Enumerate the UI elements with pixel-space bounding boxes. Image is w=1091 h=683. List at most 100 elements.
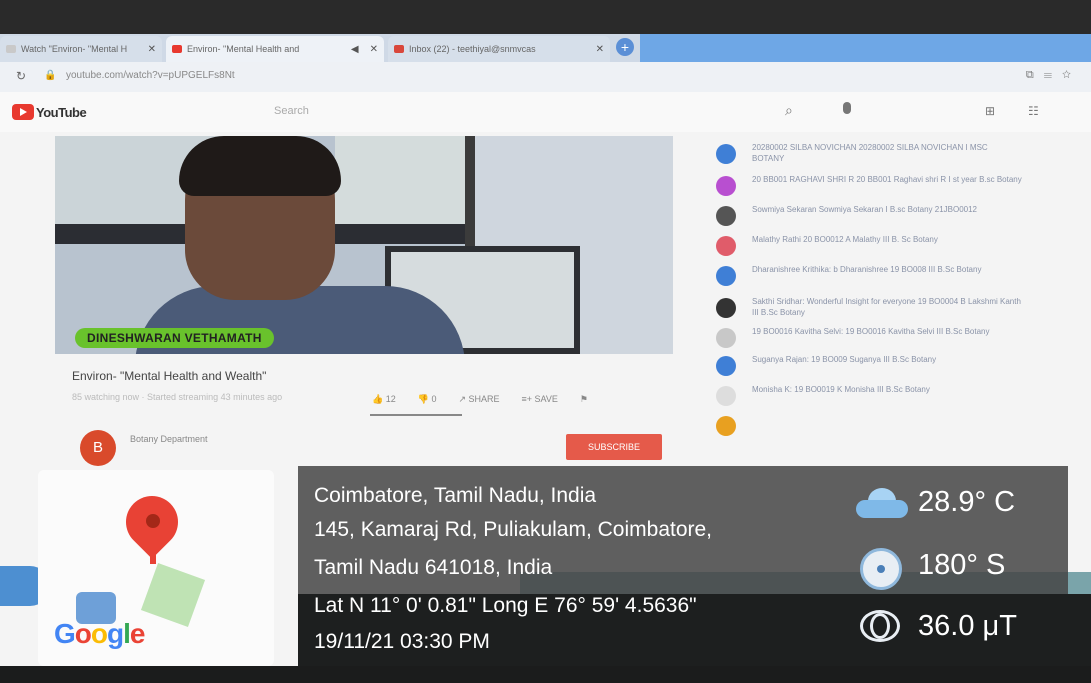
chat-text: Sakthi Sridhar: Wonderful Insight for ev… <box>752 297 1021 317</box>
share-button[interactable]: ↗ SHARE <box>458 394 499 405</box>
tab-favicon <box>6 45 16 53</box>
temperature: 28.9° C <box>918 486 1016 518</box>
map-pin-dot <box>146 514 160 528</box>
channel-name[interactable]: Botany Department <box>130 434 208 444</box>
google-logo: Google <box>54 618 145 649</box>
compass-heading: 180° S <box>918 549 1006 581</box>
avatar <box>716 416 736 436</box>
close-icon[interactable]: ✕ <box>148 44 156 55</box>
chat-text: 20280002 SILBA NOVICHAN 20280002 SILBA N… <box>752 143 988 163</box>
tab-label: Watch "Environ- "Mental H <box>21 44 128 54</box>
chat-message: 20 BB001 RAGHAVI SHRI R 20 BB001 Raghavi… <box>712 172 1022 202</box>
create-icon[interactable]: ⊞ <box>985 104 995 118</box>
video-actions: 👍 12 👎 0 ↗ SHARE ≡+ SAVE ⚑ <box>372 394 588 405</box>
address-line-2: Tamil Nadu 641018, India <box>314 556 553 579</box>
tab-watch[interactable]: Watch "Environ- "Mental H ✕ <box>0 36 162 62</box>
search-input[interactable]: Search <box>268 100 774 122</box>
chat-message: Sakthi Sridhar: Wonderful Insight for ev… <box>712 294 1021 324</box>
map-park-area <box>140 562 206 628</box>
avatar <box>716 176 736 196</box>
youtube-logo[interactable]: YouTube <box>12 104 87 120</box>
cloud-base <box>856 500 908 518</box>
tab-strip-empty <box>640 34 1091 62</box>
reload-icon[interactable]: ↻ <box>16 69 26 83</box>
video-player[interactable]: DINESHWARAN VETHAMATH <box>55 136 673 354</box>
chat-text: Malathy Rathi 20 BO0012 A Malathy III B.… <box>752 235 938 244</box>
map-thumbnail: Google <box>38 470 274 666</box>
report-flag-icon[interactable]: ⚑ <box>580 394 588 405</box>
weather-cloud-icon <box>856 488 908 518</box>
like-bar <box>370 414 462 416</box>
like-button[interactable]: 👍 12 <box>372 394 396 405</box>
live-chat: 20280002 SILBA NOVICHAN 20280002 SILBA N… <box>712 136 1091 466</box>
speaker-name-label: DINESHWARAN VETHAMATH <box>75 328 274 348</box>
subscribe-button[interactable]: SUBSCRIBE <box>566 434 662 460</box>
chat-text: Monisha K: 19 BO0019 K Monisha III B.Sc … <box>752 385 930 394</box>
coordinates: Lat N 11° 0' 0.81" Long E 76° 59' 4.5636… <box>314 594 697 617</box>
chat-text: Suganya Rajan: 19 BO009 Suganya III B.Sc… <box>752 355 937 364</box>
video-title: Environ- "Mental Health and Wealth" <box>72 369 267 383</box>
save-label: SAVE <box>534 394 558 404</box>
address-line-1: 145, Kamaraj Rd, Puliakulam, Coimbatore, <box>314 518 713 541</box>
avatar <box>716 328 736 348</box>
avatar <box>716 144 736 164</box>
close-icon[interactable]: ✕ <box>596 44 604 55</box>
chat-text: Sowmiya Sekaran Sowmiya Sekaran I B.sc B… <box>752 205 977 214</box>
chat-text: Dharanishree Krithika: b Dharanishree 19… <box>752 265 982 274</box>
tab-inbox[interactable]: Inbox (22) - teethiyal@snmvcas ✕ <box>388 36 610 62</box>
lock-icon[interactable]: 🔒 <box>44 70 56 81</box>
magnetic-field: 36.0 μT <box>918 610 1017 642</box>
chat-message: Sowmiya Sekaran Sowmiya Sekaran I B.sc B… <box>712 202 1012 232</box>
url-text[interactable]: youtube.com/watch?v=pUPGELFs8Nt <box>66 70 235 81</box>
share-label: SHARE <box>468 394 500 404</box>
close-icon[interactable]: ✕ <box>370 44 378 55</box>
gmail-favicon-icon <box>394 45 404 53</box>
chat-message <box>712 412 1012 442</box>
youtube-wordmark: YouTube <box>36 104 87 120</box>
mic-icon[interactable] <box>843 102 851 114</box>
avatar <box>716 298 736 318</box>
magnetic-field-icon <box>860 610 902 644</box>
background-window <box>335 136 465 236</box>
screenshot-frame: Watch "Environ- "Mental H ✕ Environ- "Me… <box>0 0 1091 683</box>
chat-message: 20280002 SILBA NOVICHAN 20280002 SILBA N… <box>712 140 1012 170</box>
speaker-icon: ◀ <box>350 43 359 55</box>
location-title: Coimbatore, Tamil Nadu, India <box>314 484 597 507</box>
speaker-hair <box>179 136 341 196</box>
chat-message: Monisha K: 19 BO0019 K Monisha III B.Sc … <box>712 382 1012 412</box>
tab-environ[interactable]: Environ- "Mental Health and ◀ ✕ <box>166 36 384 62</box>
monitor-bezel <box>0 0 1091 34</box>
like-count: 12 <box>385 394 396 404</box>
chat-message: Dharanishree Krithika: b Dharanishree 19… <box>712 262 1012 292</box>
youtube-favicon-icon <box>172 45 182 53</box>
field-ring-inner <box>870 613 890 639</box>
chat-message: Suganya Rajan: 19 BO009 Suganya III B.Sc… <box>712 352 1012 382</box>
avatar <box>716 266 736 286</box>
compass-icon <box>860 548 902 590</box>
new-tab-button[interactable]: + <box>616 38 634 56</box>
avatar <box>716 206 736 226</box>
chat-text: 19 BO0016 Kavitha Selvi: 19 BO0016 Kavit… <box>752 327 990 336</box>
apps-icon[interactable]: ☷ <box>1028 104 1039 118</box>
bottom-bezel <box>0 666 1091 683</box>
map-pin-tip <box>150 550 156 564</box>
save-button[interactable]: ≡+ SAVE <box>522 394 558 405</box>
chat-text: 20 BB001 RAGHAVI SHRI R 20 BB001 Raghavi… <box>752 175 1022 184</box>
avatar <box>716 386 736 406</box>
avatar <box>716 236 736 256</box>
channel-avatar[interactable]: B <box>80 430 116 466</box>
dislike-count: 0 <box>431 394 437 404</box>
tab-label: Inbox (22) - teethiyal@snmvcas <box>409 44 536 54</box>
address-bar: ↻ 🔒 youtube.com/watch?v=pUPGELFs8Nt ⧉☰☆ <box>0 62 1091 92</box>
youtube-play-icon <box>12 104 34 120</box>
browser-action-icons[interactable]: ⧉☰☆ <box>1026 69 1081 82</box>
chat-message: Malathy Rathi 20 BO0012 A Malathy III B.… <box>712 232 1012 262</box>
youtube-header: YouTube Search ⌕ ⊞ ☷ <box>0 92 1091 132</box>
avatar <box>716 356 736 376</box>
chat-message: 19 BO0016 Kavitha Selvi: 19 BO0016 Kavit… <box>712 324 1012 354</box>
dislike-button[interactable]: 👎 0 <box>418 394 437 405</box>
video-meta: 85 watching now · Started streaming 43 m… <box>72 392 283 402</box>
tab-label: Environ- "Mental Health and <box>187 44 300 54</box>
search-icon[interactable]: ⌕ <box>785 102 793 119</box>
datetime: 19/11/21 03:30 PM <box>314 630 490 653</box>
